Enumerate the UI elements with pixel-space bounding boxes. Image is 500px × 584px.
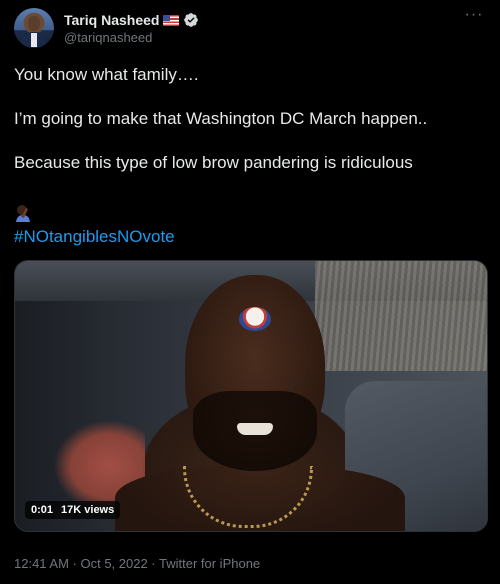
video-duration: 0:01 <box>31 504 54 516</box>
video-pillow <box>315 261 487 371</box>
video-player[interactable]: 0:01 17K views <box>14 260 488 532</box>
tweet-header: Tariq Nasheed @tariqnasheed ··· <box>14 7 486 52</box>
tweet-line-3: Because this type of low brow pandering … <box>14 153 413 172</box>
tweet-line-1: You know what family…. <box>14 65 199 84</box>
hashtag-link[interactable]: #NOtangiblesNOvote <box>14 227 175 247</box>
us-flag-icon <box>163 14 180 26</box>
verified-badge-icon <box>184 13 199 27</box>
video-stats-badge: 0:01 17K views <box>25 501 121 519</box>
voted-sticker <box>239 307 271 331</box>
tweet-meta[interactable]: 12:41 AM · Oct 5, 2022 · Twitter for iPh… <box>14 556 260 571</box>
user-handle[interactable]: @tariqnasheed <box>64 30 152 45</box>
tweet: Tariq Nasheed @tariqnasheed ··· You know… <box>0 0 500 584</box>
name-row: Tariq Nasheed <box>64 11 199 29</box>
display-name[interactable]: Tariq Nasheed <box>64 12 159 28</box>
avatar-shirt <box>31 33 37 47</box>
person-facepalming-icon <box>16 205 30 222</box>
tweet-line-2: I’m going to make that Washington DC Mar… <box>14 109 428 128</box>
avatar-face <box>28 16 40 31</box>
video-mouth <box>237 423 273 435</box>
video-views: 17K views <box>61 504 115 516</box>
avatar[interactable] <box>14 8 54 48</box>
more-options-icon[interactable]: ··· <box>464 7 484 26</box>
